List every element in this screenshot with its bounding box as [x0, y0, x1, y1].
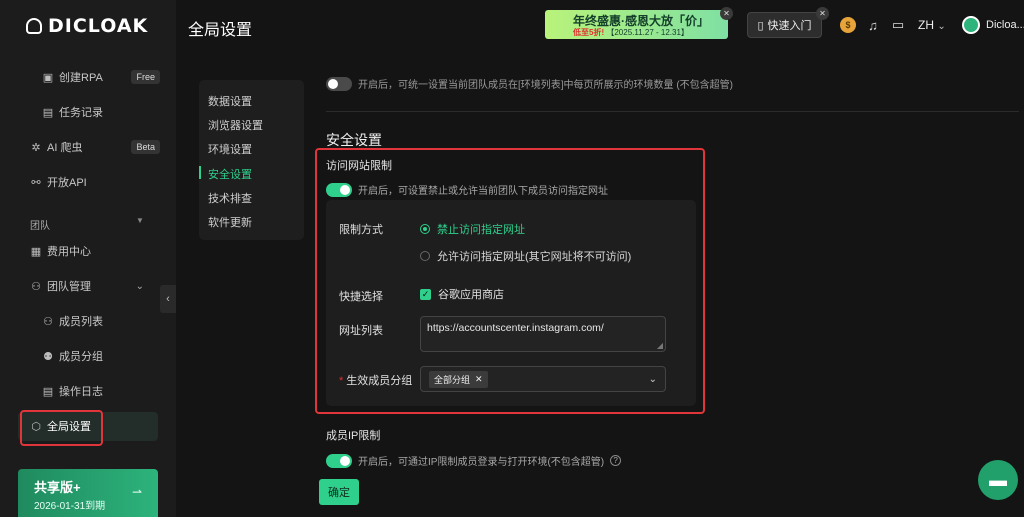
sidebar-item-label: AI 爬虫	[47, 142, 83, 154]
promo-subtitle: 低至5折! 【2025.11.27 - 12.31】	[573, 27, 689, 38]
team-icon: ⚇	[31, 280, 41, 293]
promo-discount: 低至5折!	[573, 28, 605, 37]
chevron-left-icon: ‹	[166, 293, 170, 305]
promo-close-button[interactable]: ✕	[720, 7, 733, 20]
caret-down-icon[interactable]: ▼	[136, 216, 144, 225]
sidebar-item-billing[interactable]: ▦ 费用中心	[0, 237, 160, 265]
plan-card[interactable]: 共享版+ 2026-01-31到期 ⇀	[18, 469, 158, 517]
sidebar-item-label: 成员分组	[59, 351, 103, 363]
settings-nav-environment[interactable]: 环境设置	[208, 141, 252, 157]
beta-badge: Beta	[131, 140, 160, 154]
sidebar-item-label: 创建RPA	[59, 72, 103, 84]
section-title-security: 安全设置	[326, 132, 382, 148]
log-icon: ▤	[42, 385, 54, 398]
language-label: ZH	[918, 18, 934, 32]
quick-start-close-button[interactable]: ✕	[816, 7, 829, 20]
settings-nav-security[interactable]: 安全设置	[208, 166, 252, 182]
billing-icon: ▦	[30, 245, 42, 258]
members-icon: ⚇	[43, 315, 53, 328]
env-count-setting-row: 开启后，可统一设置当前团队成员在[环境列表]中每页所展示的环境数量 (不包含超管…	[326, 76, 733, 91]
upgrade-arrow-icon: ⇀	[131, 485, 142, 499]
docs-book-icon[interactable]: ▭	[890, 17, 906, 33]
sidebar-item-label: 费用中心	[47, 246, 91, 258]
sidebar-item-team-management[interactable]: ⚇ 团队管理 ⌄	[0, 272, 160, 300]
logo-icon	[26, 18, 42, 34]
ip-limit-toggle[interactable]	[326, 453, 352, 468]
sidebar-section-team: 团队	[30, 221, 50, 232]
env-count-toggle[interactable]	[326, 76, 352, 91]
sidebar-item-label: 开放API	[47, 177, 87, 189]
sidebar-item-operation-log[interactable]: ▤ 操作日志	[0, 377, 160, 405]
user-name[interactable]: Dicloa...	[986, 19, 1024, 31]
page-title: 全局设置	[188, 22, 253, 39]
avatar[interactable]	[962, 16, 980, 34]
ai-crawler-icon: ✲	[31, 141, 41, 154]
rpa-icon: ▣	[42, 71, 54, 84]
sidebar-item-task-record[interactable]: ▤ 任务记录	[0, 98, 160, 126]
sidebar-item-member-group[interactable]: ⚉ 成员分组	[0, 342, 160, 370]
sidebar-item-member-list[interactable]: ⚇ 成员列表	[0, 307, 160, 335]
api-icon: ⚯	[31, 176, 41, 189]
member-group-icon: ⚉	[43, 350, 53, 363]
promo-date: 【2025.11.27 - 12.31】	[606, 28, 689, 37]
ip-limit-title: 成员IP限制	[326, 430, 381, 442]
ip-limit-toggle-row: 开启后，可通过IP限制成员登录与打开环境(不包含超管) ?	[326, 453, 622, 468]
settings-nav: 数据设置 浏览器设置 环境设置 安全设置 技术排查 软件更新	[199, 80, 304, 240]
plan-name: 共享版+	[34, 480, 81, 495]
sidebar-item-label: 任务记录	[59, 107, 103, 119]
quick-start-button[interactable]: ▯ 快速入门	[747, 12, 822, 38]
settings-nav-data[interactable]: 数据设置	[208, 93, 252, 109]
chat-icon: ▬	[989, 469, 1007, 490]
free-badge: Free	[131, 70, 160, 84]
brand-name: DICLOAK	[48, 15, 149, 37]
sidebar-item-label: 操作日志	[59, 386, 103, 398]
settings-nav-troubleshoot[interactable]: 技术排查	[208, 190, 252, 206]
sidebar: DICLOAK ▣ 创建RPA Free ▤ 任务记录 ✲ AI 爬虫 Beta…	[0, 0, 176, 517]
brand-logo[interactable]: DICLOAK	[26, 15, 149, 37]
promo-banner[interactable]: 年终盛惠·感恩大放「价」 低至5折! 【2025.11.27 - 12.31】	[545, 10, 728, 39]
book-icon: ▯	[757, 19, 764, 32]
help-icon[interactable]: ?	[610, 455, 622, 466]
active-indicator	[199, 166, 201, 179]
bell-icon[interactable]: ♫	[865, 17, 881, 33]
collapse-sidebar-button[interactable]: ‹	[160, 285, 176, 313]
chat-support-button[interactable]: ▬	[978, 460, 1018, 500]
task-record-icon: ▤	[42, 106, 54, 119]
sidebar-item-create-rpa[interactable]: ▣ 创建RPA Free	[0, 63, 160, 91]
sidebar-item-ai-crawler[interactable]: ✲ AI 爬虫 Beta	[0, 133, 160, 161]
highlight-box-main	[315, 148, 705, 414]
chevron-down-icon: ⌄	[135, 280, 144, 292]
chevron-down-icon: ⌄	[937, 21, 946, 32]
sidebar-item-label: 团队管理	[47, 281, 91, 293]
highlight-box-nav	[20, 410, 103, 446]
env-count-desc: 开启后，可统一设置当前团队成员在[环境列表]中每页所展示的环境数量 (不包含超管…	[358, 80, 733, 91]
divider	[326, 111, 1019, 112]
settings-nav-browser[interactable]: 浏览器设置	[208, 117, 263, 133]
coin-icon[interactable]: $	[840, 17, 856, 33]
close-icon: ✕	[819, 9, 826, 18]
plan-expiry: 2026-01-31到期	[34, 501, 106, 512]
ip-limit-toggle-desc: 开启后，可通过IP限制成员登录与打开环境(不包含超管)	[358, 457, 605, 468]
close-icon: ✕	[723, 9, 730, 18]
language-selector[interactable]: ZH ⌄	[918, 18, 946, 32]
settings-nav-update[interactable]: 软件更新	[208, 214, 252, 230]
confirm-button[interactable]: 确定	[319, 479, 359, 505]
quick-start-label: 快速入门	[767, 20, 812, 32]
sidebar-item-label: 成员列表	[59, 316, 103, 328]
sidebar-item-open-api[interactable]: ⚯ 开放API	[0, 168, 160, 196]
